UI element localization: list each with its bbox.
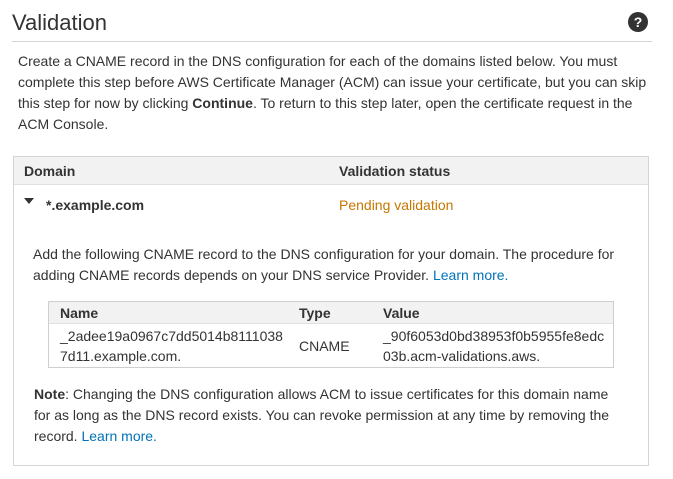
table-header: Domain Validation status — [14, 157, 648, 185]
record-value-line1: _90f6053d0bd38953f0b5955fe8edc — [383, 328, 605, 344]
title-divider — [12, 41, 652, 42]
note-text: Note: Changing the DNS configuration all… — [34, 384, 624, 447]
record-value-line2: 03b.acm-validations.aws. — [383, 348, 541, 364]
record-name[interactable]: _2adee19a0967c7dd5014b8111038 7d11.examp… — [60, 326, 283, 366]
validation-page: Validation ? Create a CNAME record in th… — [0, 0, 673, 479]
column-header-validation-status: Validation status — [339, 163, 451, 179]
column-header-type: Type — [299, 305, 331, 321]
caret-down-icon[interactable] — [24, 198, 34, 204]
record-name-line2: 7d11.example.com. — [60, 348, 182, 364]
record-name-line1: _2adee19a0967c7dd5014b8111038 — [60, 328, 283, 344]
note-label: Note — [34, 386, 66, 402]
column-header-value: Value — [383, 305, 420, 321]
intro-text: Create a CNAME record in the DNS configu… — [18, 51, 648, 135]
learn-more-link[interactable]: Learn more. — [433, 267, 508, 283]
domain-name: *.example.com — [46, 197, 145, 213]
cname-instructions: Add the following CNAME record to the DN… — [33, 244, 633, 286]
continue-keyword: Continue — [192, 95, 253, 111]
cname-record-table: Name Type Value _2adee19a0967c7dd5014b81… — [48, 301, 614, 368]
validation-status: Pending validation — [339, 197, 454, 213]
question-circle-icon[interactable]: ? — [628, 12, 648, 32]
learn-more-link[interactable]: Learn more. — [81, 428, 156, 444]
table-row: _2adee19a0967c7dd5014b8111038 7d11.examp… — [49, 324, 613, 368]
table-row[interactable]: *.example.com Pending validation — [14, 185, 648, 223]
cname-instructions-text: Add the following CNAME record to the DN… — [33, 246, 615, 283]
column-header-domain: Domain — [24, 163, 76, 179]
page-title: Validation — [12, 10, 107, 35]
record-value[interactable]: _90f6053d0bd38953f0b5955fe8edc 03b.acm-v… — [383, 326, 604, 366]
record-table-header: Name Type Value — [49, 302, 613, 324]
record-type: CNAME — [299, 338, 350, 354]
column-header-name: Name — [60, 305, 99, 321]
